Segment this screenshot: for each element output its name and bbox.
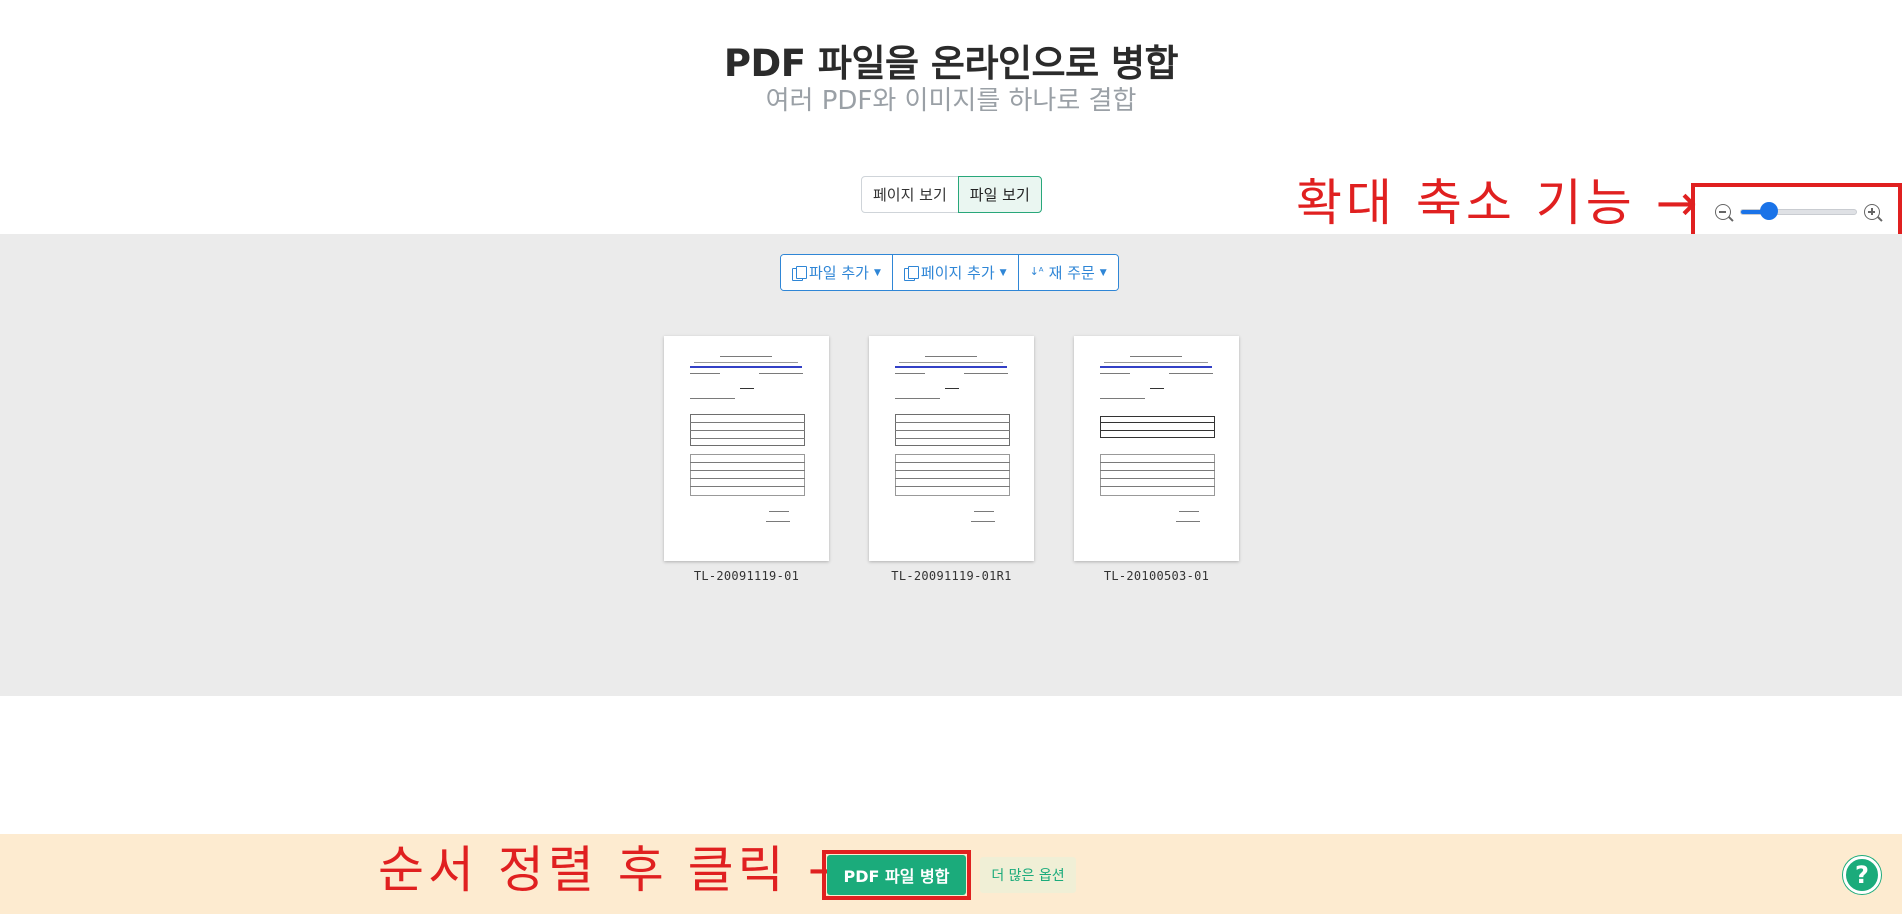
file-thumbnail[interactable] <box>664 336 829 561</box>
page-view-tab[interactable]: 페이지 보기 <box>861 176 959 213</box>
merge-annotation: 순서 정렬 후 클릭 → <box>378 841 854 899</box>
page-subtitle: 여러 PDF와 이미지를 하나로 결합 <box>765 86 1137 116</box>
zoom-out-icon[interactable] <box>1715 204 1734 222</box>
file-card[interactable]: TL-20100503-01 <box>1074 336 1239 583</box>
file-view-tab[interactable]: 파일 보기 <box>957 176 1042 213</box>
file-card[interactable]: TL-20091119-01 <box>664 336 829 583</box>
add-file-button[interactable]: 파일 추가 ▼ <box>781 255 892 290</box>
zoom-annotation: 확대 축소 기능 → <box>1296 174 1702 232</box>
add-page-button[interactable]: 페이지 추가 ▼ <box>891 255 1018 290</box>
file-thumbnail[interactable] <box>1074 336 1239 561</box>
sort-icon: ↓ᴬ <box>1029 264 1044 278</box>
caret-down-icon: ▼ <box>873 267 881 278</box>
copy-icon <box>792 265 807 281</box>
zoom-slider[interactable] <box>1740 209 1857 215</box>
reorder-label: 재 주문 <box>1048 264 1095 282</box>
copy-icon <box>903 265 919 281</box>
more-options-button[interactable]: 더 많은 옵션 <box>980 857 1076 893</box>
add-file-label: 파일 추가 <box>809 264 869 282</box>
file-name: TL-20100503-01 <box>1103 569 1210 583</box>
page-title: PDF 파일을 온라인으로 병합 <box>723 42 1179 85</box>
merge-pdf-button[interactable]: PDF 파일 병합 <box>827 855 966 895</box>
caret-down-icon: ▼ <box>1099 267 1107 278</box>
zoom-in-icon[interactable] <box>1864 204 1883 222</box>
file-toolbar: 파일 추가 ▼ 페이지 추가 ▼ ↓ᴬ 재 주문 ▼ <box>780 254 1119 291</box>
reorder-button[interactable]: ↓ᴬ 재 주문 ▼ <box>1017 255 1118 290</box>
file-name: TL-20091119-01 <box>693 569 800 583</box>
caret-down-icon: ▼ <box>999 267 1007 278</box>
help-icon[interactable]: ? <box>1843 856 1881 894</box>
add-page-label: 페이지 추가 <box>920 264 995 282</box>
view-toggle: 페이지 보기 파일 보기 <box>861 176 1042 213</box>
file-thumbnail[interactable] <box>869 336 1034 561</box>
file-card[interactable]: TL-20091119-01R1 <box>869 336 1034 583</box>
file-name: TL-20091119-01R1 <box>891 569 1012 583</box>
